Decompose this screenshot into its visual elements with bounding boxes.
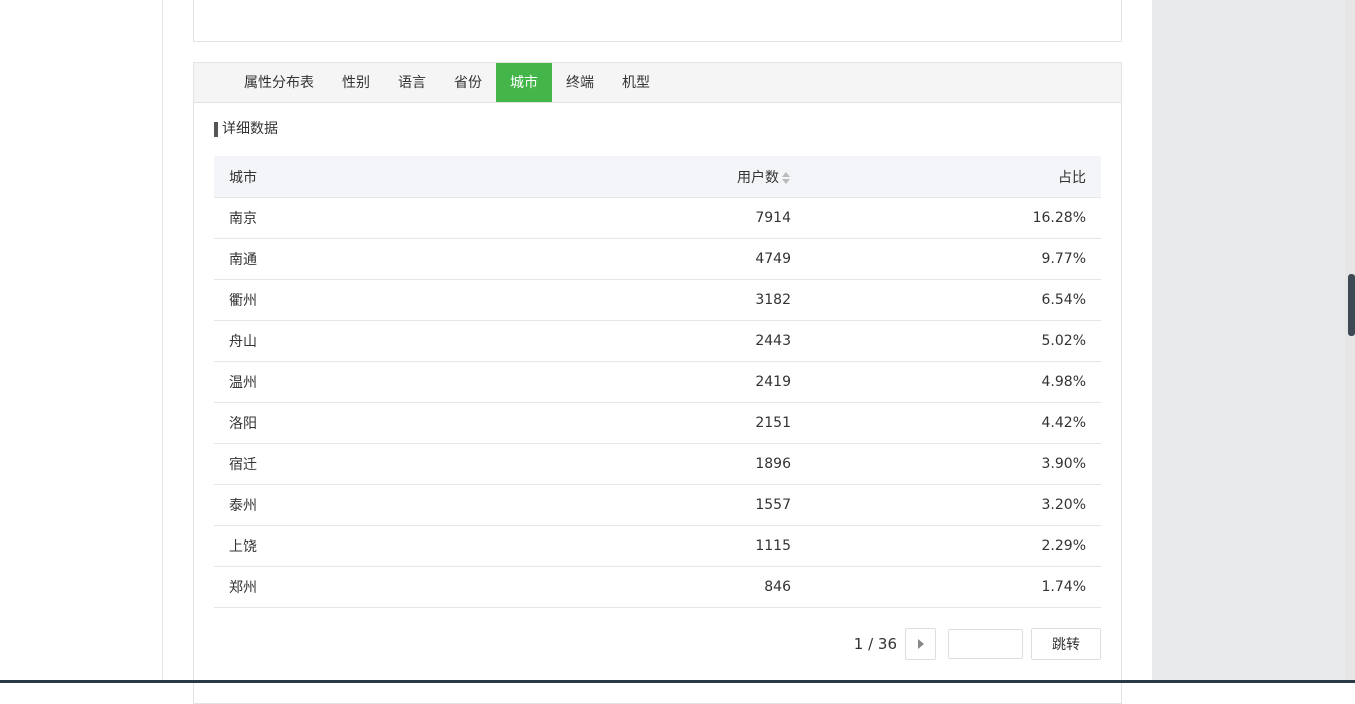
table-row: 南京 7914 16.28%	[214, 198, 1101, 239]
cell-ratio: 1.74%	[806, 567, 1101, 608]
table-row: 洛阳 2151 4.42%	[214, 403, 1101, 444]
cell-city: 宿迁	[214, 444, 544, 485]
tab-bar: 属性分布表 性别 语言 省份 城市 终端 机型	[194, 63, 1121, 103]
cell-city: 南京	[214, 198, 544, 239]
table-row: 衢州 3182 6.54%	[214, 280, 1101, 321]
cell-users: 1896	[544, 444, 806, 485]
page-indicator: 1 / 36	[854, 635, 897, 653]
pagination: 1 / 36 跳转	[854, 628, 1101, 660]
section-title: 详细数据	[214, 122, 278, 137]
tab-city[interactable]: 城市	[496, 63, 552, 102]
cell-users: 1557	[544, 485, 806, 526]
cell-users: 1115	[544, 526, 806, 567]
next-page-button[interactable]	[905, 628, 936, 660]
cell-ratio: 3.90%	[806, 444, 1101, 485]
cell-ratio: 6.54%	[806, 280, 1101, 321]
cell-users: 2419	[544, 362, 806, 403]
table-row: 舟山 2443 5.02%	[214, 321, 1101, 362]
cell-ratio: 4.42%	[806, 403, 1101, 444]
header-users[interactable]: 用户数	[544, 156, 806, 198]
header-users-label: 用户数	[737, 170, 779, 186]
table-row: 宿迁 1896 3.90%	[214, 444, 1101, 485]
tab-attribute-distribution[interactable]: 属性分布表	[230, 63, 328, 102]
cell-city: 衢州	[214, 280, 544, 321]
cell-city: 南通	[214, 239, 544, 280]
right-gray-pane	[1152, 0, 1345, 683]
table-header-row: 城市 用户数 占比	[214, 156, 1101, 198]
cell-city: 泰州	[214, 485, 544, 526]
cell-users: 3182	[544, 280, 806, 321]
tab-gender[interactable]: 性别	[328, 63, 384, 102]
table-row: 南通 4749 9.77%	[214, 239, 1101, 280]
jump-button[interactable]: 跳转	[1031, 628, 1101, 660]
cell-ratio: 16.28%	[806, 198, 1101, 239]
page-jump-input[interactable]	[948, 629, 1023, 659]
top-panel	[193, 0, 1122, 42]
cell-users: 2443	[544, 321, 806, 362]
cell-ratio: 4.98%	[806, 362, 1101, 403]
tab-province[interactable]: 省份	[440, 63, 496, 102]
cell-users: 846	[544, 567, 806, 608]
scrollbar[interactable]	[1345, 0, 1355, 683]
cell-city: 舟山	[214, 321, 544, 362]
cell-city: 郑州	[214, 567, 544, 608]
city-data-table: 城市 用户数 占比 南京 7914 16.28% 南通 4749 9.77% 衢…	[214, 156, 1101, 608]
cell-ratio: 9.77%	[806, 239, 1101, 280]
tab-device-model[interactable]: 机型	[608, 63, 664, 102]
cell-city: 洛阳	[214, 403, 544, 444]
cell-city: 温州	[214, 362, 544, 403]
table-row: 温州 2419 4.98%	[214, 362, 1101, 403]
cell-ratio: 2.29%	[806, 526, 1101, 567]
cell-users: 2151	[544, 403, 806, 444]
tab-terminal[interactable]: 终端	[552, 63, 608, 102]
header-city: 城市	[214, 156, 544, 198]
table-row: 泰州 1557 3.20%	[214, 485, 1101, 526]
cell-users: 7914	[544, 198, 806, 239]
left-blank-pane	[0, 0, 163, 683]
cell-city: 上饶	[214, 526, 544, 567]
tab-language[interactable]: 语言	[384, 63, 440, 102]
sort-icon[interactable]	[782, 171, 791, 185]
scrollbar-thumb[interactable]	[1348, 274, 1355, 336]
cell-ratio: 3.20%	[806, 485, 1101, 526]
header-ratio: 占比	[806, 156, 1101, 198]
chevron-right-icon	[918, 639, 924, 649]
table-row: 郑州 846 1.74%	[214, 567, 1101, 608]
cell-ratio: 5.02%	[806, 321, 1101, 362]
city-data-panel: 属性分布表 性别 语言 省份 城市 终端 机型 详细数据 城市 用户数 占比 南…	[193, 62, 1122, 704]
cell-users: 4749	[544, 239, 806, 280]
table-row: 上饶 1115 2.29%	[214, 526, 1101, 567]
